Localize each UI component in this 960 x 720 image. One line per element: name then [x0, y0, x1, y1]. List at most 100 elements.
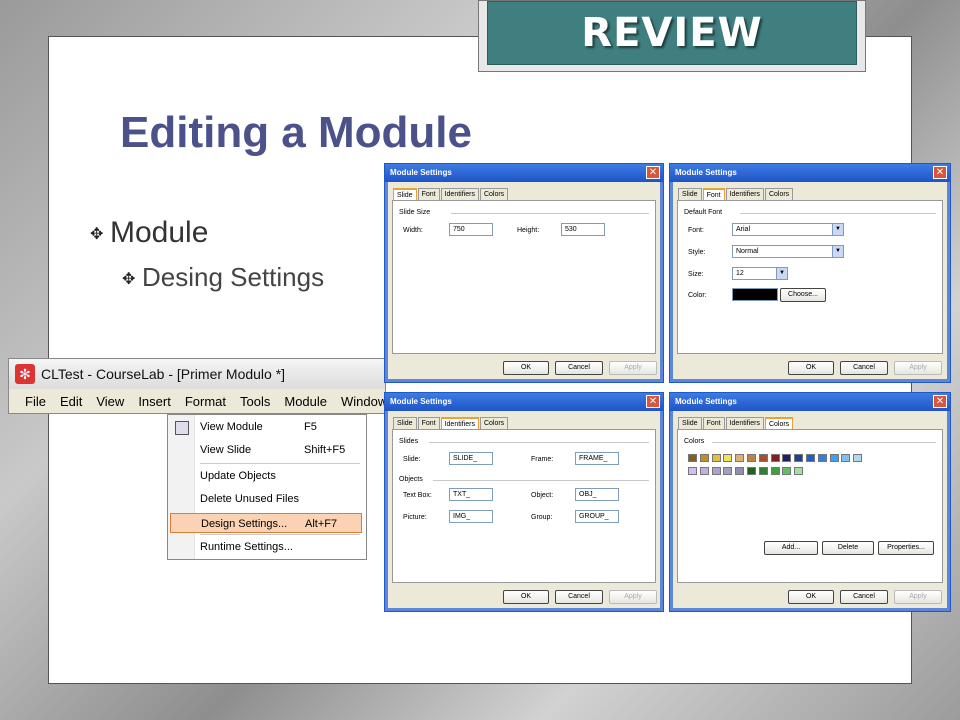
ok-button[interactable]: OK [788, 590, 834, 604]
tab-colors[interactable]: Colors [479, 417, 509, 429]
group-id-input[interactable]: GROUP_ [575, 510, 619, 523]
color-swatch[interactable] [794, 467, 804, 475]
menu-tools[interactable]: Tools [240, 394, 270, 409]
apply-button[interactable]: Apply [894, 361, 942, 375]
color-swatch[interactable] [735, 454, 745, 462]
window-title: CLTest - CourseLab - [Primer Modulo *] [41, 366, 286, 382]
color-swatch[interactable] [794, 454, 804, 462]
group-line [429, 442, 649, 443]
color-swatch[interactable] [758, 467, 768, 475]
ok-button[interactable]: OK [788, 361, 834, 375]
apply-button[interactable]: Apply [609, 361, 657, 375]
dialog-identifiers: Module Settings ✕ Slide Font Identifiers… [384, 392, 664, 612]
tab-panel: Slides Slide: SLIDE_ Frame: FRAME_ Objec… [392, 429, 656, 583]
menu-insert[interactable]: Insert [138, 394, 171, 409]
tab-font[interactable]: Font [702, 417, 725, 429]
dialog-title: Module Settings [385, 393, 663, 411]
menu-window[interactable]: Window [341, 394, 385, 409]
menu-item-view-slide[interactable]: View Slide Shift+F5 [200, 440, 362, 460]
add-color-button[interactable]: Add... [764, 541, 818, 555]
menu-item-design-settings[interactable]: Design Settings... Alt+F7 [170, 513, 362, 533]
font-select[interactable]: Arial ▼ [732, 223, 844, 236]
color-swatch[interactable] [806, 454, 815, 462]
bullet-level1: ✥ Module [90, 216, 209, 249]
color-swatch[interactable] [829, 454, 839, 462]
ok-button[interactable]: OK [503, 361, 549, 375]
tab-identifiers[interactable]: Identifiers [725, 188, 764, 200]
color-swatch[interactable] [688, 454, 697, 462]
color-swatch[interactable] [817, 454, 827, 462]
tab-font[interactable]: Font [417, 417, 440, 429]
group-label: Slides [399, 438, 419, 445]
textbox-id-input[interactable]: TXT_ [449, 488, 493, 501]
close-icon[interactable]: ✕ [646, 395, 660, 408]
width-label: Width: [403, 227, 423, 234]
height-input[interactable]: 530 [561, 223, 605, 236]
color-swatch[interactable] [711, 454, 721, 462]
style-select[interactable]: Normal ▼ [732, 245, 844, 258]
tab-identifiers[interactable]: Identifiers [440, 188, 479, 200]
cancel-button[interactable]: Cancel [840, 361, 888, 375]
apply-button[interactable]: Apply [894, 590, 942, 604]
color-swatch[interactable] [699, 467, 709, 475]
delete-color-button[interactable]: Delete [822, 541, 874, 555]
tab-identifiers[interactable]: Identifiers [725, 417, 764, 429]
color-swatch[interactable] [688, 467, 697, 475]
choose-button[interactable]: Choose... [780, 288, 826, 302]
color-properties-button[interactable]: Properties... [878, 541, 934, 555]
bullet-icon: ✥ [90, 226, 104, 244]
color-swatch[interactable] [747, 467, 756, 475]
color-swatch[interactable] [747, 454, 756, 462]
tab-slide[interactable]: Slide [678, 417, 702, 429]
object-id-label: Object: [531, 492, 554, 499]
menu-item-update-objects[interactable]: Update Objects [200, 466, 362, 486]
color-swatch[interactable] [699, 454, 709, 462]
color-swatch[interactable] [853, 454, 863, 462]
width-input[interactable]: 750 [449, 223, 493, 236]
object-id-input[interactable]: OBJ_ [575, 488, 619, 501]
cancel-button[interactable]: Cancel [555, 361, 603, 375]
menu-item-delete-unused[interactable]: Delete Unused Files [200, 489, 362, 509]
tab-font[interactable]: Font [417, 188, 440, 200]
ok-button[interactable]: OK [503, 590, 549, 604]
bullet-level2: ✥ Desing Settings [122, 262, 325, 292]
color-swatch[interactable] [770, 454, 780, 462]
color-swatch[interactable] [735, 467, 745, 475]
close-icon[interactable]: ✕ [933, 166, 947, 179]
color-swatch[interactable] [782, 454, 792, 462]
tab-colors[interactable]: Colors [479, 188, 509, 200]
slide-id-input[interactable]: SLIDE_ [449, 452, 493, 465]
menu-module[interactable]: Module [284, 394, 327, 409]
tab-slide[interactable]: Slide [678, 188, 702, 200]
menu-item-view-module[interactable]: View Module F5 [200, 417, 362, 437]
apply-button[interactable]: Apply [609, 590, 657, 604]
close-icon[interactable]: ✕ [646, 166, 660, 179]
tab-slide[interactable]: Slide [393, 417, 417, 429]
menu-bar: File Edit View Insert Format Tools Modul… [9, 389, 385, 413]
tab-colors[interactable]: Colors [764, 188, 794, 200]
cancel-button[interactable]: Cancel [840, 590, 888, 604]
color-swatch[interactable] [770, 467, 780, 475]
picture-id-input[interactable]: IMG_ [449, 510, 493, 523]
color-swatch[interactable] [758, 454, 768, 462]
menu-edit[interactable]: Edit [60, 394, 82, 409]
tab-panel: Colors Add... Delete Properties... [677, 429, 943, 583]
menu-item-runtime-settings[interactable]: Runtime Settings... [200, 537, 362, 557]
menu-view[interactable]: View [96, 394, 124, 409]
color-swatch[interactable] [711, 467, 721, 475]
review-text: REVIEW [487, 1, 857, 65]
dialog-title: Module Settings [385, 164, 663, 182]
dialog-title: Module Settings [670, 393, 950, 411]
frame-id-input[interactable]: FRAME_ [575, 452, 619, 465]
group-line [433, 480, 649, 481]
menu-file[interactable]: File [25, 394, 46, 409]
cancel-button[interactable]: Cancel [555, 590, 603, 604]
close-icon[interactable]: ✕ [933, 395, 947, 408]
size-label: Size: [688, 271, 704, 278]
menu-format[interactable]: Format [185, 394, 226, 409]
size-select[interactable]: 12 ▼ [732, 267, 788, 280]
color-swatch[interactable] [723, 454, 733, 462]
color-swatch[interactable] [782, 467, 792, 475]
color-swatch[interactable] [723, 467, 733, 475]
color-swatch[interactable] [841, 454, 851, 462]
